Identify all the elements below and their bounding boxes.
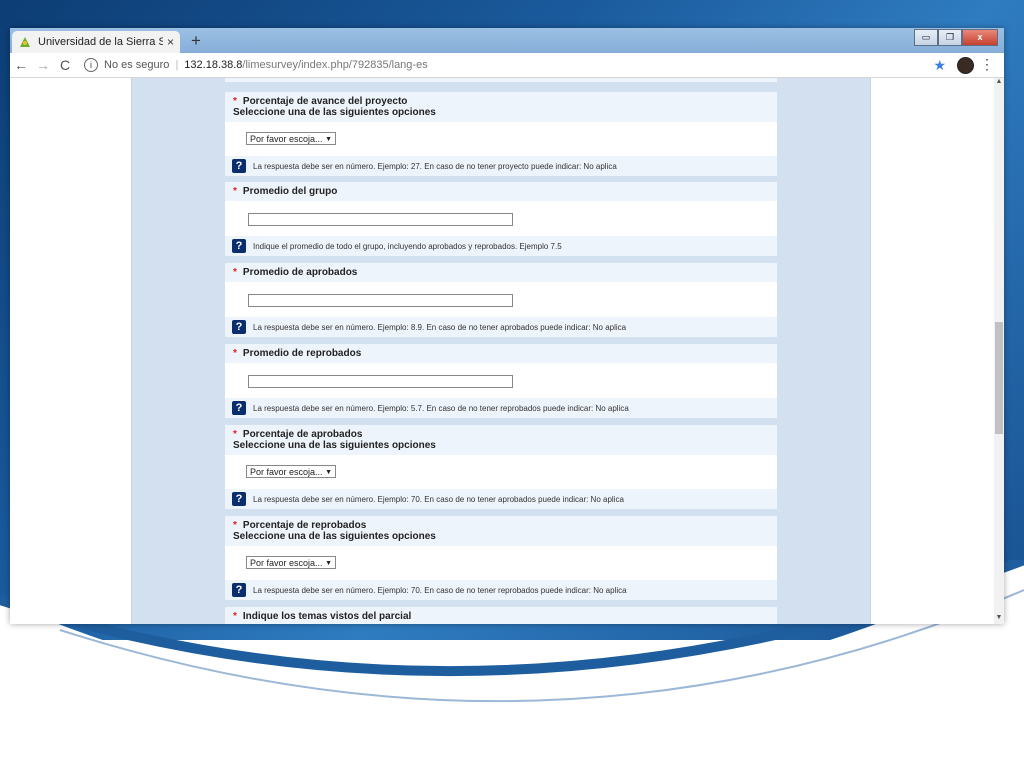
info-icon[interactable]: i — [84, 58, 98, 72]
question-title: Porcentaje de avance del proyecto — [242, 96, 408, 107]
question-porcentaje-avance: * Porcentaje de avance del proyecto Selec… — [225, 92, 777, 176]
dropdown-arrow-icon: ▼ — [325, 136, 332, 143]
required-marker: * — [233, 429, 237, 440]
scrollbar-thumb[interactable] — [995, 322, 1003, 434]
promedio-grupo-input[interactable] — [248, 213, 513, 226]
promedio-aprobados-input[interactable] — [248, 294, 513, 307]
scroll-up-arrow-icon[interactable]: ▲ — [994, 78, 1004, 88]
scroll-down-arrow-icon[interactable]: ▼ — [994, 614, 1004, 624]
back-button[interactable]: ← — [10, 57, 32, 73]
forward-button[interactable]: → — [32, 57, 54, 73]
question-help: ? La respuesta debe ser en número. Ejemp… — [225, 156, 777, 176]
question-subtitle: Seleccione una de las siguientes opcione… — [233, 440, 436, 451]
browser-tab[interactable]: Universidad de la Sierra Sur. Ava × — [12, 31, 180, 53]
tab-close-icon[interactable]: × — [167, 35, 174, 49]
question-title: Promedio de reprobados — [242, 348, 362, 359]
previous-question-edge — [225, 78, 777, 82]
required-marker: * — [233, 267, 237, 278]
help-text: La respuesta debe ser en número. Ejemplo… — [253, 494, 624, 504]
help-icon: ? — [232, 401, 246, 415]
select-value: Por favor escoja... — [250, 467, 323, 477]
question-body — [225, 282, 777, 318]
site-favicon-icon — [20, 37, 30, 47]
question-body: Por favor escoja... ▼ — [225, 455, 777, 491]
question-porcentaje-reprobados: * Porcentaje de reprobados Seleccione una… — [225, 516, 777, 600]
minimize-button[interactable]: ▭ — [914, 29, 938, 46]
question-title: Promedio del grupo — [242, 186, 338, 197]
window-controls: ▭ ❐ x — [914, 29, 998, 46]
question-help: ? La respuesta debe ser en número. Ejemp… — [225, 398, 777, 418]
question-promedio-reprobados: * Promedio de reprobados ? La respuesta d… — [225, 344, 777, 418]
help-icon: ? — [232, 239, 246, 253]
restore-button[interactable]: ❐ — [938, 29, 962, 46]
question-promedio-aprobados: * Promedio de aprobados ? La respuesta de… — [225, 263, 777, 337]
help-text: La respuesta debe ser en número. Ejemplo… — [253, 161, 617, 171]
required-marker: * — [233, 348, 237, 359]
profile-avatar[interactable] — [957, 57, 974, 74]
url-path[interactable]: /limesurvey/index.php/792835/lang-es — [242, 59, 427, 71]
browser-menu-icon[interactable]: ⋮ — [980, 56, 994, 73]
required-marker: * — [233, 96, 237, 107]
help-icon: ? — [232, 583, 246, 597]
aprobados-select[interactable]: Por favor escoja... ▼ — [246, 465, 336, 478]
dropdown-arrow-icon: ▼ — [325, 469, 332, 476]
reload-button[interactable]: C — [54, 57, 76, 73]
url-separator: | — [175, 59, 179, 71]
page-scrollbar[interactable]: ▲ ▼ — [994, 78, 1004, 624]
help-icon: ? — [232, 159, 246, 173]
question-title: Porcentaje de aprobados — [242, 429, 363, 440]
question-body: Por favor escoja... ▼ — [225, 122, 777, 158]
help-text: La respuesta debe ser en número. Ejemplo… — [253, 403, 629, 413]
address-bar: ← → C i No es seguro | 132.18.38.8/limes… — [10, 53, 1004, 78]
bookmark-star-icon[interactable]: ★ — [933, 57, 946, 74]
tab-bar: Universidad de la Sierra Sur. Ava × + ▭ … — [10, 28, 1004, 53]
close-window-button[interactable]: x — [962, 29, 998, 46]
select-value: Por favor escoja... — [250, 134, 323, 144]
help-text: La respuesta debe ser en número. Ejemplo… — [253, 585, 627, 595]
help-icon: ? — [232, 492, 246, 506]
new-tab-button[interactable]: + — [186, 31, 206, 51]
question-help: ? La respuesta debe ser en número. Ejemp… — [225, 317, 777, 337]
security-status[interactable]: No es seguro — [104, 59, 169, 71]
question-title: Porcentaje de reprobados — [242, 520, 367, 531]
question-subtitle: Seleccione una de las siguientes opcione… — [233, 107, 436, 118]
question-promedio-grupo: * Promedio del grupo ? Indique el promedi… — [225, 182, 777, 256]
question-help: ? La respuesta debe ser en número. Ejemp… — [225, 489, 777, 509]
avance-select[interactable]: Por favor escoja... ▼ — [246, 132, 336, 145]
url-host[interactable]: 132.18.38.8 — [184, 59, 242, 71]
help-text: Indique el promedio de todo el grupo, in… — [253, 241, 562, 251]
question-title: Promedio de aprobados — [242, 267, 358, 278]
question-body: Por favor escoja... ▼ — [225, 546, 777, 582]
question-temas-vistos: * Indique los temas vistos del parcial — [225, 607, 777, 624]
question-body — [225, 363, 777, 399]
question-title: Indique los temas vistos del parcial — [242, 611, 412, 622]
help-text: La respuesta debe ser en número. Ejemplo… — [253, 322, 627, 332]
required-marker: * — [233, 186, 237, 197]
browser-window: Universidad de la Sierra Sur. Ava × + ▭ … — [10, 28, 1004, 624]
select-value: Por favor escoja... — [250, 558, 323, 568]
dropdown-arrow-icon: ▼ — [325, 560, 332, 567]
required-marker: * — [233, 611, 237, 622]
question-help: ? La respuesta debe ser en número. Ejemp… — [225, 580, 777, 600]
tab-title: Universidad de la Sierra Sur. Ava — [38, 36, 163, 48]
reprobados-select[interactable]: Por favor escoja... ▼ — [246, 556, 336, 569]
promedio-reprobados-input[interactable] — [248, 375, 513, 388]
question-help: ? Indique el promedio de todo el grupo, … — [225, 236, 777, 256]
question-body — [225, 201, 777, 237]
page-viewport: * Porcentaje de avance del proyecto Selec… — [10, 78, 994, 624]
required-marker: * — [233, 520, 237, 531]
question-porcentaje-aprobados: * Porcentaje de aprobados Seleccione una … — [225, 425, 777, 509]
help-icon: ? — [232, 320, 246, 334]
question-subtitle: Seleccione una de las siguientes opcione… — [233, 531, 436, 542]
